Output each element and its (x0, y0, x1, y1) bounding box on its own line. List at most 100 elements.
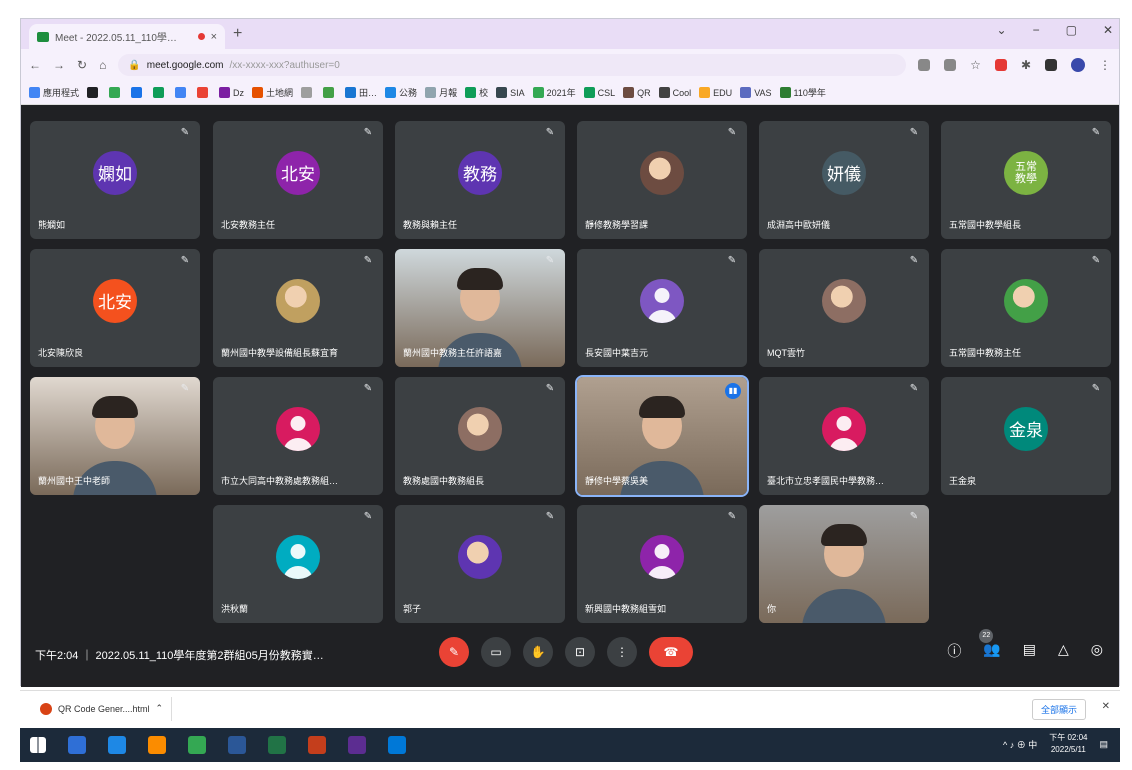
bookmark-item[interactable] (197, 87, 211, 98)
bookmark-item[interactable]: Cool (658, 87, 691, 98)
participant-tile[interactable]: ✎ 五常國中教務主任 (941, 249, 1111, 367)
participant-tile[interactable]: ✎ 臺北市立忠孝國民中學教務… (759, 377, 929, 495)
participant-tile[interactable]: ✎ 你 (759, 505, 929, 623)
more-button[interactable]: ⋮ (607, 637, 637, 667)
bookmark-item[interactable]: 公務 (385, 86, 417, 99)
bookmark-item[interactable] (323, 87, 337, 98)
show-all-button[interactable]: 全部顯示 (1031, 699, 1086, 720)
bookmark-item[interactable]: 應用程式 (29, 86, 79, 99)
participant-tile[interactable]: 教務 ✎ 教務與賴主任 (395, 121, 565, 239)
participant-tile[interactable]: 北安 ✎ 北安陳欣良 (30, 249, 200, 367)
participant-tile[interactable]: 北安 ✎ 北安教務主任 (213, 121, 383, 239)
mic-button[interactable]: ✎ (439, 637, 469, 667)
bookmark-item[interactable]: CSL (583, 87, 615, 98)
tab-meet[interactable]: Meet - 2022.05.11_110學… × (29, 24, 225, 49)
extension-icon[interactable] (994, 59, 1007, 71)
bookmark-item[interactable]: QR (623, 87, 651, 98)
camera-in-use-icon[interactable] (918, 59, 931, 71)
participant-tile[interactable]: ✎ 洪秋蘭 (213, 505, 383, 623)
bookmark-item[interactable] (175, 87, 189, 98)
bookmark-item[interactable] (87, 87, 101, 98)
maximize-icon[interactable]: ▢ (1066, 23, 1077, 37)
taskbar-app-icon[interactable] (108, 736, 126, 754)
participant-tile[interactable]: 妍儀 ✎ 成淵高中歐妍儀 (759, 121, 929, 239)
bookmark-item[interactable]: EDU (699, 87, 732, 98)
taskbar-app-icon[interactable] (188, 736, 206, 754)
home-icon[interactable]: ⌂ (99, 58, 106, 72)
minimize-icon[interactable]: − (1033, 23, 1040, 37)
menu-dots-icon[interactable]: ⋮ (1099, 58, 1111, 72)
bookmark-item[interactable] (109, 87, 123, 98)
participant-tile[interactable]: ✎ 教務處國中教務組長 (395, 377, 565, 495)
participant-avatar (276, 278, 320, 323)
taskbar-app-icon[interactable] (228, 736, 246, 754)
participant-tile[interactable]: ✎ 蘭州國中教務主任許語嘉 (395, 249, 565, 367)
notification-icon[interactable]: ▤ (1099, 739, 1108, 750)
bookmark-item[interactable]: 校 (465, 86, 488, 99)
bookmark-item[interactable]: Dz (219, 87, 244, 98)
close-window-icon[interactable]: ✕ (1103, 23, 1113, 37)
mic-muted-icon: ✎ (363, 255, 373, 266)
chat-icon[interactable]: ▤ (1023, 641, 1036, 661)
participant-tile[interactable]: ✎ 市立大同高中教務處教務組… (213, 377, 383, 495)
participant-tile[interactable]: ✎ MQT雲竹 (759, 249, 929, 367)
taskbar-app-icon[interactable] (388, 736, 406, 754)
participant-tile[interactable]: ✎ 靜修教務學習課 (577, 121, 747, 239)
taskbar-app-icon[interactable] (148, 736, 166, 754)
forward-arrow-icon[interactable]: → (53, 58, 65, 72)
bookmark-item[interactable] (301, 87, 315, 98)
puzzle-icon[interactable]: ✱ (1021, 58, 1031, 72)
reload-icon[interactable]: ↻ (77, 58, 87, 72)
bookmark-item[interactable] (153, 87, 167, 98)
recording-dot-icon (197, 33, 205, 40)
taskbar-app-icon[interactable] (348, 736, 366, 754)
bookmark-item[interactable] (131, 87, 145, 98)
participant-tile[interactable]: ✎ 蘭州國中教學設備組長蘇宜育 (213, 249, 383, 367)
present-button[interactable]: ⊡ (565, 637, 595, 667)
participant-tile[interactable]: ✎ 郭子 (395, 505, 565, 623)
clock[interactable]: 下午 02:04 2022/5/11 (1049, 732, 1087, 756)
end-button[interactable]: ☎ (649, 637, 693, 667)
bookmark-item[interactable]: 土地網 (252, 86, 293, 99)
hand-button[interactable]: ✋ (523, 637, 553, 667)
share-icon[interactable] (944, 59, 957, 71)
participant-tile[interactable]: ✎ 新興國中教務組雪如 (577, 505, 747, 623)
bookmark-item[interactable]: 月報 (425, 86, 457, 99)
participant-tile[interactable]: ✎ 長安國中葉吉元 (577, 249, 747, 367)
taskbar-app-icon[interactable] (308, 736, 326, 754)
bookmark-item[interactable]: SIA (496, 87, 525, 98)
people-icon[interactable]: 22 👥 (979, 629, 1001, 661)
taskbar-app-icon[interactable] (68, 736, 86, 754)
bookmark-item[interactable]: VAS (740, 87, 772, 98)
meeting-details-icon[interactable]: ⓘ (947, 641, 961, 661)
back-arrow-icon[interactable]: ← (29, 58, 41, 72)
address-bar[interactable]: 🔒 meet.google.com/xx-xxxx-xxx?authuser=0 (118, 54, 907, 76)
activities-icon[interactable]: △ (1058, 641, 1069, 661)
host-controls-icon[interactable]: ◎ (1091, 641, 1103, 661)
participant-tile[interactable]: 嫻如 ✎ 熊嫻如 (30, 121, 200, 239)
profile-avatar[interactable] (1071, 58, 1085, 72)
participant-name: MQT雲竹 (767, 348, 805, 358)
downloads-close-icon[interactable]: ✕ (1102, 701, 1110, 712)
taskbar-app-icon[interactable] (268, 736, 286, 754)
star-icon[interactable]: ☆ (970, 58, 981, 72)
chevron-up-icon[interactable]: ⌃ (156, 703, 164, 714)
camera-button[interactable]: ▭ (481, 637, 511, 667)
participant-tile[interactable]: ✎ 蘭州國中王中老師 (30, 377, 200, 495)
bookmark-item[interactable]: 2021年 (532, 86, 576, 99)
screen: Meet - 2022.05.11_110學… × + ⌄ − ▢ ✕ ← → … (0, 0, 1132, 770)
participant-tile[interactable]: 金泉 ✎ 王金泉 (941, 377, 1111, 495)
bookmark-favicon-icon (385, 87, 397, 98)
new-tab-button[interactable]: + (233, 25, 242, 43)
start-button[interactable] (30, 737, 46, 753)
tab-search-icon[interactable]: ⌄ (997, 23, 1007, 37)
bookmark-favicon-icon (301, 87, 313, 98)
bookmark-item[interactable]: 田… (345, 86, 377, 99)
download-item[interactable]: QR Code Gener....html ⌃ (32, 696, 173, 721)
sidebar-icon[interactable] (1045, 59, 1057, 71)
bookmark-item[interactable]: 110學年 (779, 86, 826, 99)
tray-icons[interactable]: ^ ♪ ⊕ 中 (1003, 738, 1037, 751)
participant-tile[interactable]: ✎▮▮靜修中學蔡吳美 (575, 375, 749, 497)
tab-close-icon[interactable]: × (211, 31, 217, 43)
participant-tile[interactable]: 五常教學 ✎ 五常國中教學組長 (941, 121, 1111, 239)
